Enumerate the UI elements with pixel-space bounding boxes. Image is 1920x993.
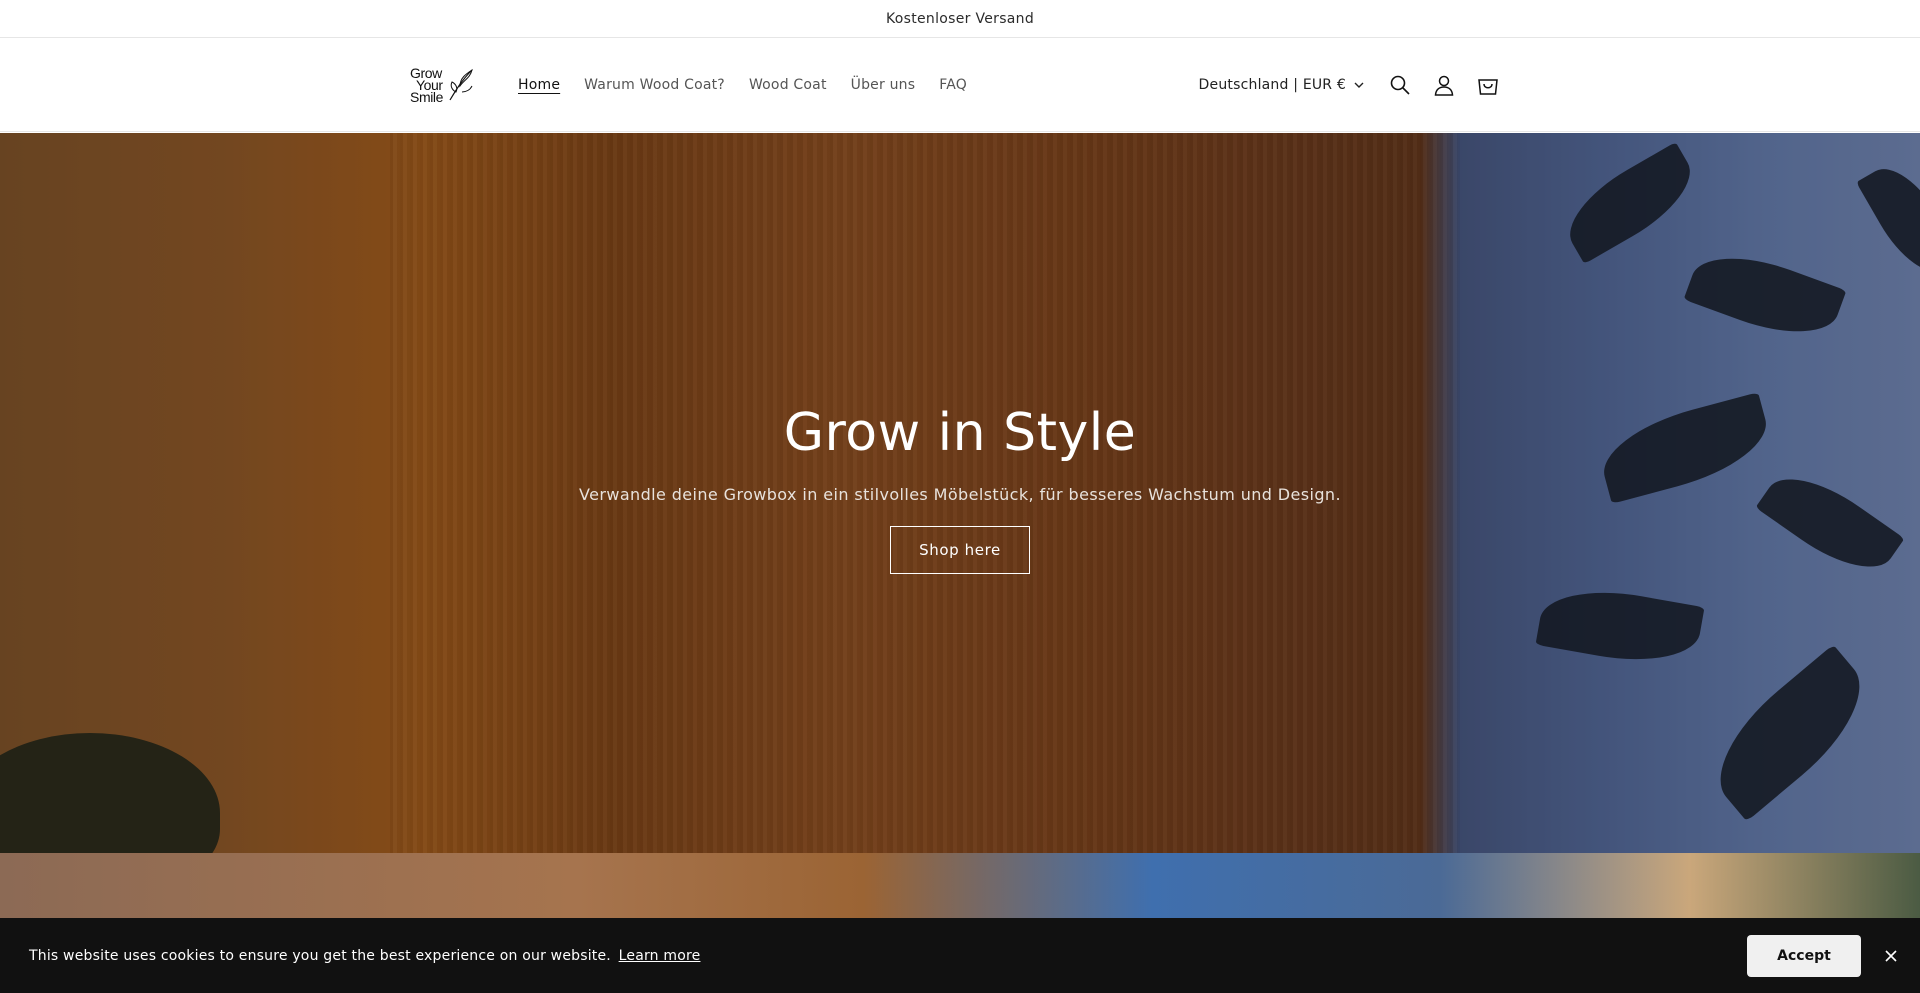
country-selector-label: Deutschland | EUR € [1198,77,1346,93]
site-header: Grow Your Smile Home Warum Wood Coat? Wo… [0,38,1920,132]
logo[interactable]: Grow Your Smile [410,62,476,108]
nav-wood-coat[interactable]: Wood Coat [749,77,827,93]
close-icon [1885,949,1897,962]
hero-subtitle: Verwandle deine Growbox in ein stilvolle… [579,485,1341,504]
accept-button[interactable]: Accept [1747,934,1861,977]
cart-button[interactable] [1466,63,1510,107]
announcement-text: Kostenloser Versand [885,10,1035,27]
learn-more-link[interactable]: Learn more [619,948,701,964]
hero-title: Grow in Style [783,403,1137,463]
cookie-message: This website uses cookies to ensure you … [29,948,700,964]
account-button[interactable] [1422,63,1466,107]
search-button[interactable] [1378,63,1422,107]
search-icon [1390,75,1410,95]
chevron-down-icon [1354,82,1364,88]
nav-home[interactable]: Home [518,77,560,93]
cart-icon [1478,79,1498,95]
main-nav: Home Warum Wood Coat? Wood Coat Über uns… [518,77,967,93]
shop-here-button[interactable]: Shop here [890,526,1030,574]
announcement-bar: Kostenloser Versand [0,0,1920,38]
logo-line-3: Smile [410,89,444,105]
nav-warum-wood-coat[interactable]: Warum Wood Coat? [584,77,725,93]
close-button[interactable] [1877,942,1905,970]
country-selector[interactable]: Deutschland | EUR € [1199,77,1364,93]
next-section-image [0,853,1920,923]
leaf-logo-icon [449,68,473,101]
hero-banner: Grow in Style Verwandle deine Growbox in… [0,133,1920,853]
hero-content: Grow in Style Verwandle deine Growbox in… [0,403,1920,574]
nav-ueber-uns[interactable]: Über uns [851,77,916,93]
account-icon [1434,75,1454,96]
cookie-banner: This website uses cookies to ensure you … [0,918,1920,993]
nav-faq[interactable]: FAQ [939,77,967,93]
cookie-text: This website uses cookies to ensure you … [29,947,611,964]
